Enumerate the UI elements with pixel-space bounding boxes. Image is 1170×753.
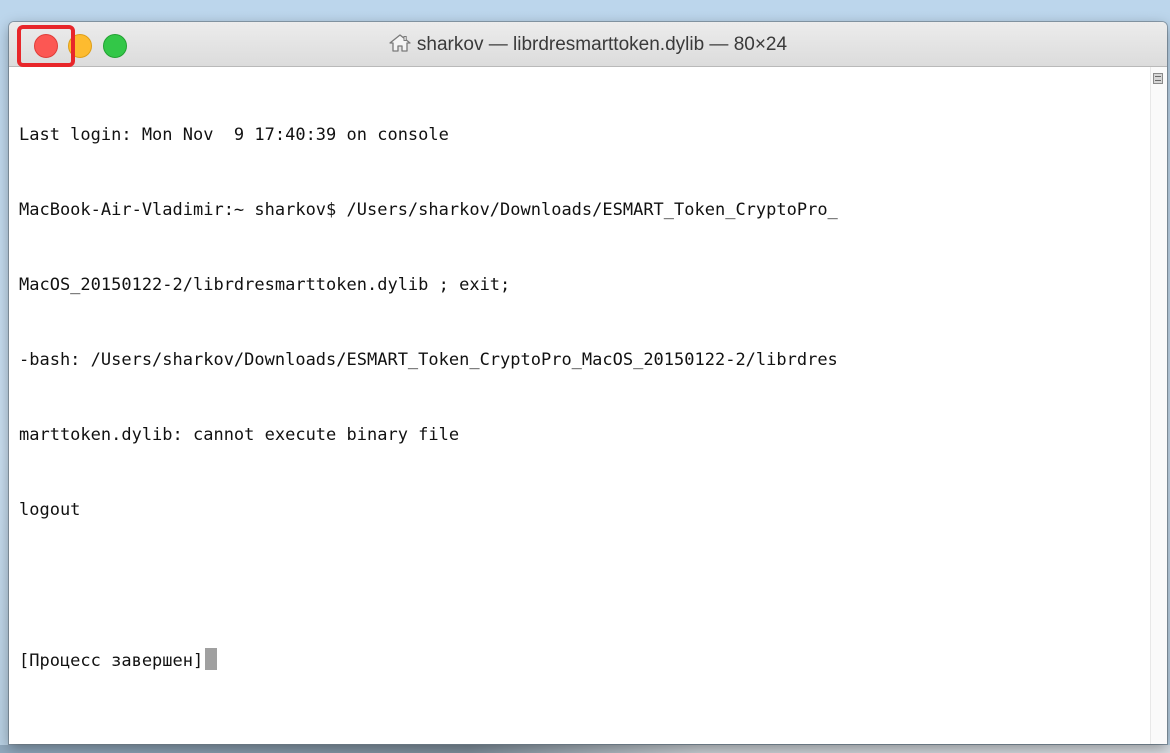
desktop-bottom-strip — [0, 745, 1170, 753]
terminal-window: sharkov — librdresmarttoken.dylib — 80×2… — [9, 22, 1167, 744]
terminal-line: Last login: Mon Nov 9 17:40:39 on consol… — [19, 125, 449, 145]
home-icon — [389, 34, 411, 52]
split-pane-icon[interactable] — [1153, 73, 1163, 84]
terminal-prompt-line: [Процесс завершен] — [19, 648, 1151, 673]
terminal-line: MacOS_20150122-2/librdresmarttoken.dylib… — [19, 275, 511, 295]
terminal-line: marttoken.dylib: cannot execute binary f… — [19, 425, 460, 445]
terminal-output[interactable]: Last login: Mon Nov 9 17:40:39 on consol… — [9, 67, 1151, 744]
terminal-line: -bash: /Users/sharkov/Downloads/ESMART_T… — [19, 350, 838, 370]
window-title: sharkov — librdresmarttoken.dylib — 80×2… — [416, 34, 788, 55]
window-titlebar[interactable]: sharkov — librdresmarttoken.dylib — 80×2… — [9, 22, 1167, 67]
terminal-line: logout — [19, 500, 81, 520]
window-title-container: sharkov — librdresmarttoken.dylib — 80×2… — [9, 34, 1167, 56]
process-status-text: [Процесс завершен] — [19, 651, 204, 671]
terminal-line: MacBook-Air-Vladimir:~ sharkov$ /Users/s… — [19, 200, 838, 220]
vertical-scrollbar[interactable] — [1150, 67, 1167, 744]
text-cursor — [205, 648, 218, 670]
